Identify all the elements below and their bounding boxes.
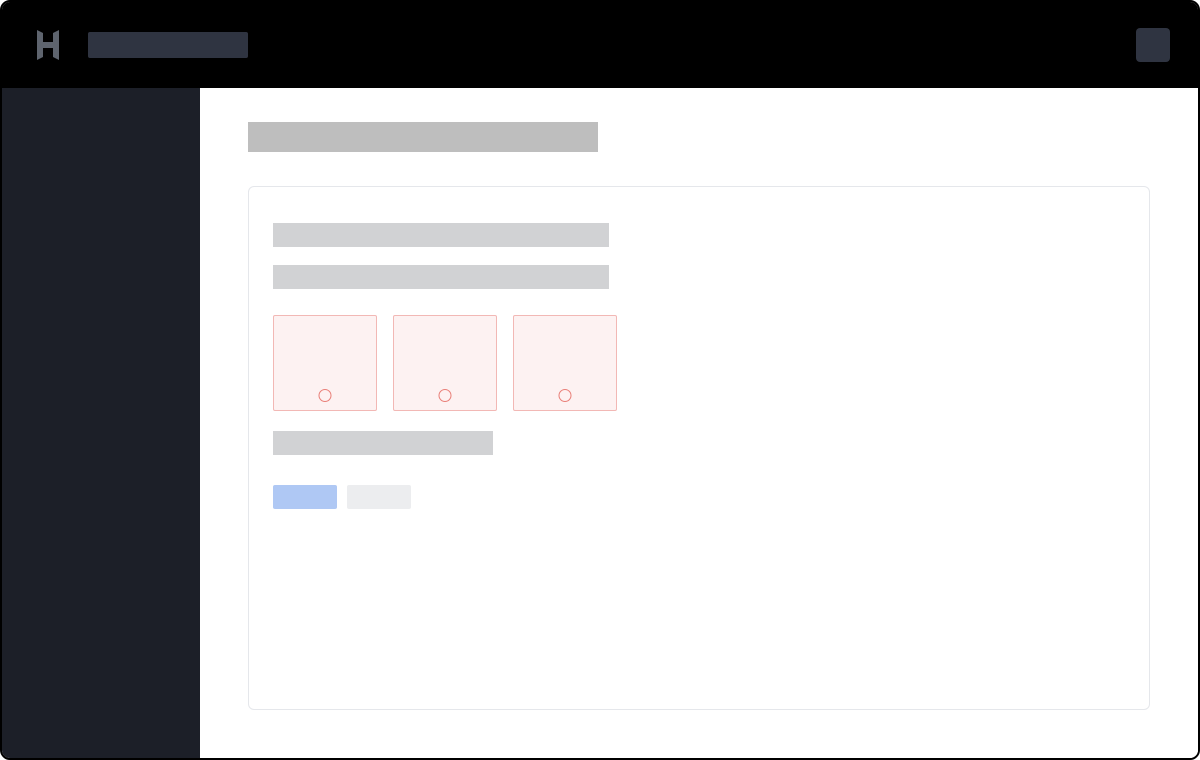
- main-content: [200, 88, 1198, 758]
- primary-button[interactable]: [273, 485, 337, 509]
- hashicorp-logo-icon: [30, 27, 66, 63]
- form-card: [248, 186, 1150, 710]
- radio-icon: [559, 389, 572, 402]
- app-body: [2, 88, 1198, 758]
- option-tiles: [273, 315, 1125, 411]
- sidebar: [2, 88, 200, 758]
- option-tile-1[interactable]: [273, 315, 377, 411]
- radio-icon: [439, 389, 452, 402]
- button-row: [273, 485, 1125, 509]
- app-frame: [0, 0, 1200, 760]
- card-subheading: [273, 265, 609, 289]
- option-tile-3[interactable]: [513, 315, 617, 411]
- topbar-left: [30, 27, 248, 63]
- card-heading: [273, 223, 609, 247]
- secondary-button[interactable]: [347, 485, 411, 509]
- radio-icon: [319, 389, 332, 402]
- menu-button[interactable]: [1136, 28, 1170, 62]
- topbar: [2, 2, 1198, 88]
- app-title: [88, 32, 248, 58]
- page-title: [248, 122, 598, 152]
- card-note: [273, 431, 493, 455]
- option-tile-2[interactable]: [393, 315, 497, 411]
